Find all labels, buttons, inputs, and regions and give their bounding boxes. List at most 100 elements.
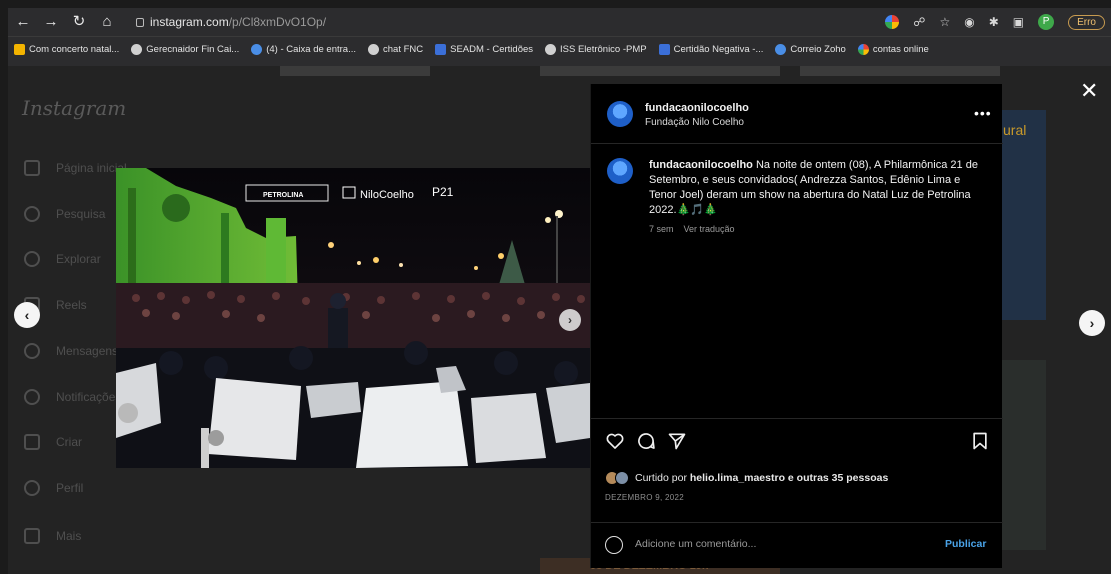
sidebar-item-label: Mais (56, 529, 82, 543)
sidebar-item-label: Pesquisa (56, 207, 106, 221)
bookmark-label: (4) - Caixa de entra... (266, 44, 356, 55)
like-heart-icon[interactable] (605, 431, 625, 451)
bookmark-item[interactable]: Gerecnaidor Fin Cai... (131, 44, 239, 55)
sidebar-item-notifications[interactable]: Notificações (24, 389, 121, 405)
bookmarks-bar: Com concerto natal... Gerecnaidor Fin Ca… (8, 36, 1111, 62)
caption-username[interactable]: fundacaonilocoelho (649, 159, 753, 171)
image-next-button[interactable]: › (559, 309, 581, 331)
search-icon (24, 206, 40, 222)
translate-link[interactable]: Ver tradução (684, 224, 735, 234)
share-icon[interactable]: ☍ (913, 15, 925, 29)
liker-username[interactable]: helio.lima_maestro (690, 472, 785, 484)
save-bookmark-icon[interactable] (971, 431, 989, 451)
instagram-logo[interactable]: Instagram (22, 96, 126, 120)
google-lens-icon[interactable] (885, 15, 900, 29)
chevron-right-icon: › (568, 313, 572, 327)
error-button[interactable]: Erro (1068, 14, 1105, 30)
sidebar-item-label: Reels (56, 298, 87, 312)
address-bar[interactable]: instagram.com/p/Cl8xmDvO1Op/ (136, 11, 326, 33)
sidebar-item-search[interactable]: Pesquisa (24, 206, 105, 222)
avatar (615, 471, 629, 485)
home-browser-icon[interactable]: ⌂ (98, 8, 116, 36)
messenger-icon (24, 343, 40, 359)
url-path: /p/Cl8xmDvO1Op/ (228, 15, 327, 29)
nilocoelho-logo-text: NiloCoelho (360, 189, 414, 201)
bookmark-item[interactable]: (4) - Caixa de entra... (251, 44, 356, 55)
bookmark-item[interactable]: chat FNC (368, 44, 423, 55)
sidebar-item-label: Criar (56, 435, 82, 449)
sidebar-item-label: Mensagens (56, 344, 119, 358)
bookmark-item[interactable]: Com concerto natal... (14, 44, 119, 55)
post-author-username[interactable]: fundacaonilocoelho (645, 102, 749, 114)
sidebar-item-label: Perfil (56, 481, 84, 495)
bookmark-label: Correio Zoho (790, 44, 846, 55)
bookmark-item[interactable]: contas online (857, 44, 929, 55)
bookmark-item[interactable]: Correio Zoho (775, 44, 846, 55)
profile-avatar[interactable]: P (1038, 14, 1055, 30)
chevron-right-icon: › (1089, 315, 1095, 331)
post-image[interactable]: PETROLINA NiloCoelho P21 › (116, 168, 590, 468)
more-options-icon[interactable]: ••• (974, 106, 992, 120)
background-post-thumb (1000, 360, 1046, 550)
profile-icon (24, 480, 40, 496)
likes-text: Curtido por helio.lima_maestro e outras … (635, 472, 888, 484)
sidebar-item-messages[interactable]: Mensagens (24, 343, 118, 359)
bookmark-label: ISS Eletrônico -PMP (560, 44, 647, 55)
star-icon (14, 44, 25, 55)
comment-icon[interactable] (636, 431, 656, 451)
bookmark-label: Certidão Negativa -... (673, 44, 764, 55)
bookmark-item[interactable]: Certidão Negativa -... (658, 44, 764, 55)
toolbar-actions: ☍ ☆ ◉ ✱ ▣ P Erro (885, 14, 1111, 30)
background-post-thumb (1000, 110, 1046, 320)
browser-chrome: ← → ↻ ⌂ instagram.com/p/Cl8xmDvO1Op/ ☍ ☆… (8, 8, 1111, 66)
sidebar-item-create[interactable]: Criar (24, 434, 82, 450)
sidebar-item-profile[interactable]: Perfil (24, 480, 83, 496)
home-icon (24, 160, 40, 176)
previous-post-button[interactable]: ‹ (14, 302, 40, 328)
bookmark-label: Gerecnaidor Fin Cai... (146, 44, 240, 55)
camera-extension-icon[interactable]: ◉ (964, 15, 974, 29)
post-actions: Curtido por helio.lima_maestro e outras … (591, 418, 1003, 532)
caption-avatar[interactable] (607, 158, 633, 184)
address-url[interactable]: instagram.com/p/Cl8xmDvO1Op/ (150, 15, 326, 29)
lock-icon (136, 17, 144, 27)
close-icon[interactable]: ✕ (1080, 80, 1098, 102)
petrolina-logo-text: PETROLINA (263, 192, 303, 199)
post-details-panel: fundacaonilocoelho Fundação Nilo Coelho … (590, 84, 1003, 568)
likes-others[interactable]: e outras 35 pessoas (785, 472, 888, 484)
chevron-left-icon: ‹ (24, 307, 30, 323)
sidebar-item-more[interactable]: Mais (24, 528, 81, 544)
extensions-icon[interactable]: ✱ (989, 15, 999, 29)
sidebar-item-explore[interactable]: Explorar (24, 251, 101, 267)
p21-logo-text: P21 (432, 185, 454, 199)
google-icon (857, 44, 869, 55)
comment-input[interactable]: Adicione um comentário... (635, 538, 756, 550)
sidepanel-icon[interactable]: ▣ (1013, 15, 1024, 29)
heart-icon (24, 389, 40, 405)
bookmark-item[interactable]: SEADM - Certidões (435, 44, 533, 55)
post-author-subtitle[interactable]: Fundação Nilo Coelho (645, 117, 744, 128)
time-ago: 7 sem (649, 224, 674, 234)
background-post-text: ural (1003, 122, 1027, 138)
avatar[interactable] (607, 101, 633, 127)
post-caption: fundacaonilocoelho Na noite de ontem (08… (649, 158, 989, 218)
sidebar-item-label: Notificações (56, 390, 122, 404)
next-post-button[interactable]: › (1079, 310, 1105, 336)
emoji-icon[interactable] (605, 536, 623, 554)
browser-toolbar: ← → ↻ ⌂ instagram.com/p/Cl8xmDvO1Op/ ☍ ☆… (8, 8, 1111, 36)
reload-icon[interactable]: ↻ (70, 8, 88, 36)
back-icon[interactable]: ← (14, 8, 32, 36)
likes-summary: Curtido por helio.lima_maestro e outras … (605, 471, 888, 485)
compass-icon (24, 251, 40, 267)
sidebar-item-home[interactable]: Página inicial (24, 160, 127, 176)
share-send-icon[interactable] (667, 431, 687, 451)
liker-avatars (605, 471, 629, 485)
background-card (800, 66, 1000, 76)
publish-button[interactable]: Publicar (945, 538, 986, 550)
bookmark-star-icon[interactable]: ☆ (939, 15, 950, 29)
caption-meta: 7 sem Ver tradução (649, 224, 735, 234)
globe-icon (368, 44, 379, 55)
bookmark-item[interactable]: ISS Eletrônico -PMP (545, 44, 647, 55)
forward-icon[interactable]: → (42, 8, 60, 36)
url-host: instagram.com (150, 15, 229, 29)
